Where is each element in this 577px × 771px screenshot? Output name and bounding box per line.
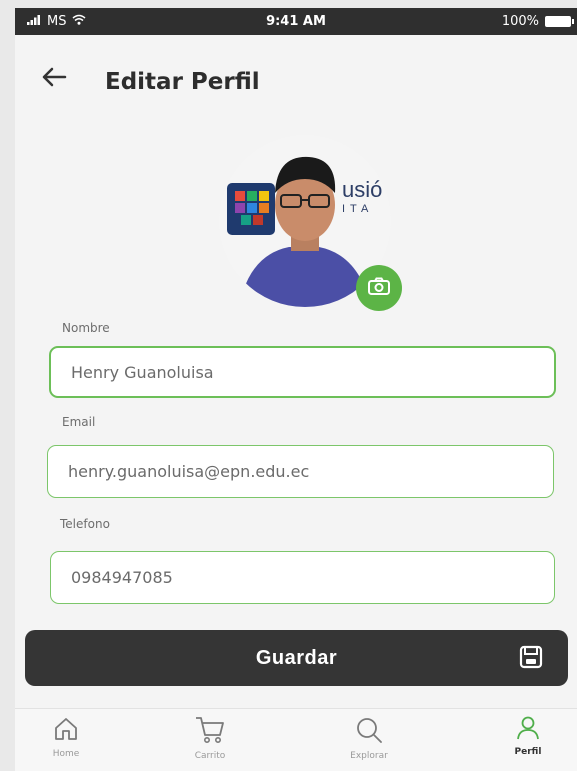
status-bar: MS 9:41 AM 100%: [15, 8, 577, 35]
nav-label-cart: Carrito: [194, 751, 226, 761]
status-time: 9:41 AM: [266, 14, 326, 29]
status-right: 100%: [501, 14, 574, 29]
name-field[interactable]: Henry Guanoluisa: [49, 346, 556, 398]
battery-percent: 100%: [501, 14, 539, 29]
phone-field[interactable]: 0984947085: [50, 551, 555, 604]
page-header: Editar Perfil: [15, 53, 577, 128]
home-icon: [52, 718, 80, 747]
logo-text: usió ITA: [342, 177, 383, 215]
name-label: Nombre: [62, 321, 110, 335]
page-title: Editar Perfil: [105, 69, 260, 95]
change-photo-button[interactable]: [356, 265, 402, 311]
phone-screen: MS 9:41 AM 100% Editar Perfil usió ITA N…: [15, 8, 577, 771]
nav-item-cart[interactable]: Carrito: [170, 715, 250, 761]
cart-icon: [194, 717, 226, 749]
email-label: Email: [62, 415, 96, 429]
profile-avatar-section: usió ITA: [205, 135, 405, 315]
phone-label: Telefono: [60, 517, 110, 531]
search-icon: [354, 718, 384, 749]
nav-label-profile: Perfil: [514, 747, 542, 757]
save-button[interactable]: Guardar: [25, 630, 568, 686]
nav-label-home: Home: [52, 749, 80, 759]
nav-label-explore: Explorar: [350, 751, 388, 761]
logo-graphic: [227, 183, 275, 235]
save-icon: [519, 645, 543, 675]
camera-icon: [368, 277, 390, 299]
nav-item-explore[interactable]: Explorar: [329, 715, 409, 761]
save-button-label: Guardar: [255, 647, 338, 669]
nav-item-home[interactable]: Home: [26, 715, 106, 759]
user-icon: [515, 716, 541, 745]
back-arrow-icon[interactable]: [41, 65, 67, 93]
bottom-nav: Home Carrito Explorar Perfil: [15, 708, 577, 771]
email-field[interactable]: henry.guanoluisa@epn.edu.ec: [47, 445, 554, 498]
nav-item-profile[interactable]: Perfil: [488, 715, 568, 757]
battery-icon: [545, 16, 574, 27]
